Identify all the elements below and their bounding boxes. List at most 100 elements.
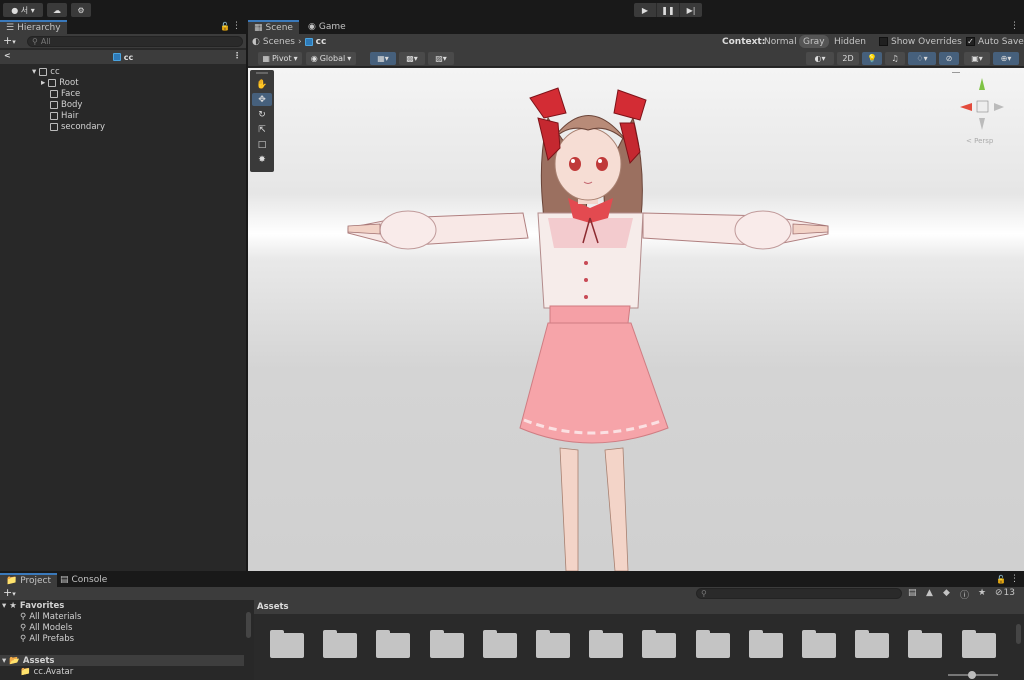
camera-dropdown[interactable]: ▣▾ <box>964 52 990 65</box>
2d-toggle[interactable]: 2D <box>837 52 859 65</box>
filter-type-icon[interactable]: ▲ <box>926 588 933 598</box>
zoom-slider[interactable] <box>948 671 998 679</box>
breadcrumb-leaf[interactable]: cc <box>316 37 327 47</box>
lock-icon[interactable]: 🔓 <box>220 22 230 31</box>
folder-cc-avatar[interactable]: 📁 cc.Avatar <box>20 666 73 677</box>
breadcrumb-root[interactable]: Scenes <box>263 37 295 47</box>
scene-header[interactable]: cc < ⋮ <box>0 50 246 64</box>
tree-item-cc[interactable]: ▾ cc <box>32 66 60 77</box>
tab-console[interactable]: ▤ Console <box>54 573 113 587</box>
assets-breadcrumb: Assets <box>254 600 1024 614</box>
pivot-dropdown[interactable]: ▦ Pivot ▾ <box>258 52 302 65</box>
lightbulb-icon: 💡 <box>867 54 877 63</box>
account-dropdown[interactable]: ● 서 ▾ <box>3 3 43 17</box>
cloud-button[interactable]: ☁ <box>47 3 67 17</box>
folder-item[interactable] <box>961 630 996 658</box>
gizmos-dropdown[interactable]: ⊕▾ <box>993 52 1019 65</box>
assets-root[interactable]: ▾ 📂 Assets <box>0 655 244 666</box>
play-button[interactable]: ▶ <box>634 3 657 17</box>
folder-item[interactable] <box>642 630 677 658</box>
gameobject-icon <box>50 122 58 131</box>
favorite-all-materials[interactable]: ⚲ All Materials <box>20 611 81 622</box>
more-menu-icon[interactable]: ⋮ <box>1010 574 1019 584</box>
folder-item[interactable] <box>695 630 730 658</box>
folder-item[interactable] <box>748 630 783 658</box>
favorite-star-icon[interactable]: ★ <box>978 588 986 598</box>
create-button[interactable]: +▾ <box>3 586 16 599</box>
folder-item[interactable] <box>429 630 464 658</box>
tree-item-face[interactable]: Face <box>50 88 80 99</box>
back-arrow-icon[interactable]: < <box>4 51 11 60</box>
search-by-type-icon[interactable]: ▤ <box>908 588 917 598</box>
favorite-all-models[interactable]: ⚲ All Models <box>20 622 72 633</box>
hand-tool[interactable]: ✋ <box>252 78 272 91</box>
shading-icon: ◐▾ <box>814 54 826 63</box>
folder-item[interactable] <box>376 630 411 658</box>
align-button[interactable]: ▨▾ <box>428 52 454 65</box>
gear-icon: ⚙ <box>77 5 85 15</box>
grid-snap-button[interactable]: ▦▾ <box>370 52 396 65</box>
context-normal[interactable]: Normal <box>764 37 797 47</box>
auto-save-checkbox[interactable]: ✓ <box>966 37 975 46</box>
pause-button[interactable]: ❚❚ <box>657 3 680 17</box>
align-icon: ▨▾ <box>435 54 447 63</box>
tab-game[interactable]: ◉ Game <box>302 20 352 34</box>
effects-dropdown[interactable]: ♢▾ <box>908 52 936 65</box>
rect-tool[interactable]: □ <box>252 138 272 151</box>
tab-project[interactable]: 📁 Project <box>0 573 58 587</box>
folder-item[interactable] <box>323 630 358 658</box>
folder-item[interactable] <box>270 630 304 658</box>
add-button[interactable]: +▾ <box>3 34 16 47</box>
tree-item-body[interactable]: Body <box>50 99 82 110</box>
visibility-toggle[interactable]: ⊘ <box>939 52 959 65</box>
assets-scrollbar[interactable] <box>1016 624 1021 644</box>
tab-label: Console <box>71 575 108 585</box>
gameobject-icon <box>50 100 58 109</box>
context-hidden[interactable]: Hidden <box>834 37 866 47</box>
folder-item[interactable] <box>589 630 624 658</box>
scene-viewport[interactable]: ✋ ✥ ↻ ⇱ □ ✸ < Persp <box>248 68 1024 571</box>
lock-icon[interactable]: 🔓 <box>996 575 1006 584</box>
tab-label: Project <box>20 576 52 586</box>
tree-item-root[interactable]: ▸ Root <box>41 77 79 88</box>
transform-tool[interactable]: ✸ <box>252 153 272 166</box>
show-overrides-checkbox[interactable] <box>879 37 888 46</box>
draw-mode-dropdown[interactable]: ◐▾ <box>806 52 834 65</box>
zoom-slider-thumb[interactable] <box>968 671 976 679</box>
scale-tool[interactable]: ⇱ <box>252 123 272 136</box>
rotate-tool[interactable]: ↻ <box>252 108 272 121</box>
more-menu-icon[interactable]: ⋮ <box>1010 21 1019 31</box>
scene-more-icon[interactable]: ⋮ <box>233 51 241 60</box>
increment-snap-button[interactable]: ▩▾ <box>399 52 425 65</box>
folder-tree-scrollbar[interactable] <box>246 612 251 638</box>
context-gray[interactable]: Gray <box>799 35 829 48</box>
folder-item[interactable] <box>536 630 570 658</box>
character-model[interactable] <box>248 68 1024 571</box>
projection-label[interactable]: < Persp <box>966 137 993 145</box>
palette-handle[interactable] <box>256 72 268 74</box>
move-tool[interactable]: ✥ <box>252 93 272 106</box>
favorites-header[interactable]: ▾ ★ Favorites <box>2 600 64 611</box>
folder-item[interactable] <box>855 630 890 658</box>
services-button[interactable]: ⚙ <box>71 3 91 17</box>
orientation-gizmo[interactable] <box>952 72 1012 142</box>
assets-header-label[interactable]: Assets <box>257 602 289 612</box>
folder-item[interactable] <box>802 630 836 658</box>
audio-toggle[interactable]: ♫ <box>885 52 905 65</box>
hierarchy-search-input[interactable]: ⚲ All <box>27 36 243 47</box>
favorite-all-prefabs[interactable]: ⚲ All Prefabs <box>20 633 74 644</box>
tree-item-hair[interactable]: Hair <box>50 110 78 121</box>
lighting-toggle[interactable]: 💡 <box>862 52 882 65</box>
more-menu-icon[interactable]: ⋮ <box>232 21 241 31</box>
project-search-input[interactable]: ⚲ <box>696 588 902 599</box>
tree-item-secondary[interactable]: secondary <box>50 121 105 132</box>
global-dropdown[interactable]: ◉ Global ▾ <box>306 52 356 65</box>
hidden-packages-toggle[interactable]: ⊘ 13 <box>995 588 1015 598</box>
folder-item[interactable] <box>908 630 943 658</box>
tab-hierarchy[interactable]: ☰ Hierarchy <box>0 20 67 34</box>
folder-item[interactable] <box>482 630 517 658</box>
label-icon[interactable]: ◆ <box>943 588 950 598</box>
tab-scene[interactable]: ▦ Scene <box>248 20 299 34</box>
step-button[interactable]: ▶| <box>680 3 702 17</box>
scene-panel: ▦ Scene ◉ Game ⋮ ◐ Scenes › cc Context: … <box>248 20 1024 571</box>
